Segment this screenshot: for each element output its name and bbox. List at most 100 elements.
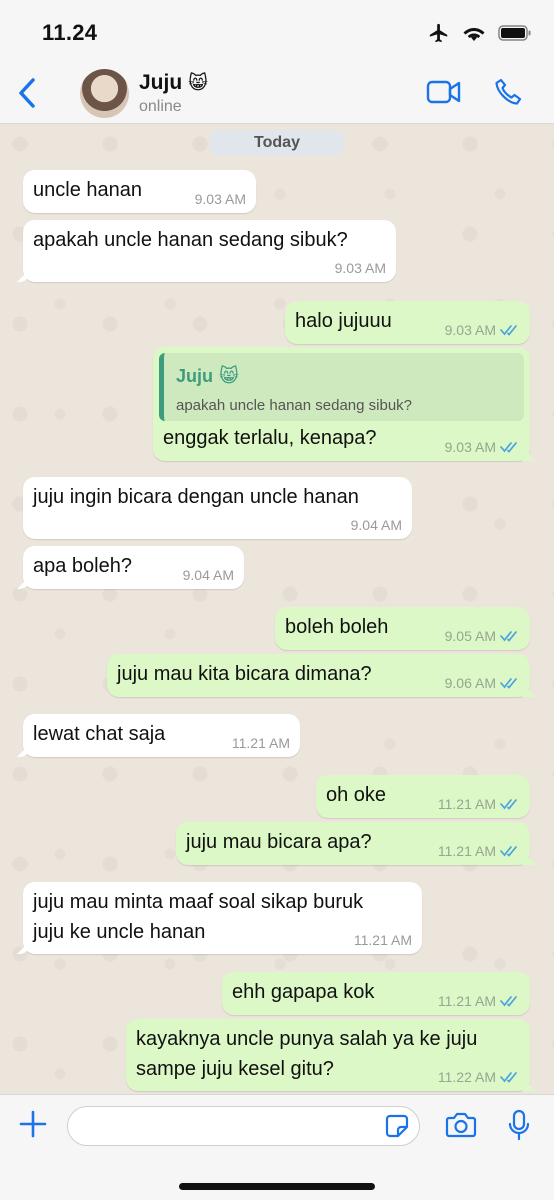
read-receipt-icon <box>500 846 517 857</box>
message-text: apa boleh? <box>33 555 132 577</box>
message-time: 9.04 AM <box>182 567 234 583</box>
battery-icon <box>498 25 531 41</box>
quoted-author-name: Juju <box>176 366 214 386</box>
voice-call-button[interactable] <box>494 78 522 111</box>
message-text: lewat chat saja <box>33 723 166 745</box>
message-meta: 9.05 AM <box>445 628 520 644</box>
message-bubble-outgoing[interactable]: juju mau kita bicara dimana? 9.06 AM <box>107 654 530 697</box>
status-time: 11.24 <box>42 20 98 45</box>
message-meta: 11.21 AM <box>438 993 520 1009</box>
quoted-text: apakah uncle hanan sedang sibuk? <box>176 397 413 414</box>
message-bubble-incoming[interactable]: juju mau minta maaf soal sikap buruk juj… <box>23 882 422 954</box>
message-meta: 9.04 AM <box>183 567 234 583</box>
message-time: 9.06 AM <box>444 675 496 691</box>
message-time: 9.03 AM <box>444 322 496 338</box>
phone-icon <box>495 78 522 105</box>
message-text: apakah uncle hanan sedang sibuk? <box>33 229 348 251</box>
message-time: 9.03 AM <box>444 439 496 455</box>
message-meta: 9.03 AM <box>335 260 386 276</box>
quoted-author-emoji: 😸 <box>219 365 239 387</box>
sticker-button[interactable] <box>385 1114 409 1143</box>
message-text: juju ingin bicara dengan uncle hanan <box>33 486 359 508</box>
read-receipt-icon <box>500 325 517 336</box>
video-call-icon <box>426 80 461 104</box>
message-meta: 9.03 AM <box>445 439 520 455</box>
read-receipt-icon <box>500 678 517 689</box>
message-time: 11.22 AM <box>437 1069 496 1085</box>
date-separator: Today <box>210 130 344 156</box>
chat-header: Juju 😸 online <box>0 62 554 124</box>
voice-message-button[interactable] <box>508 1109 530 1146</box>
sticker-icon <box>385 1114 409 1138</box>
message-text-line-2: sampe juju kesel gitu? <box>136 1058 334 1080</box>
message-time: 9.03 AM <box>194 191 246 207</box>
attach-button[interactable] <box>18 1109 48 1144</box>
read-receipt-icon <box>500 1072 517 1083</box>
message-bubble-incoming[interactable]: juju ingin bicara dengan uncle hanan 9.0… <box>23 477 412 539</box>
message-bubble-incoming[interactable]: apakah uncle hanan sedang sibuk? 9.03 AM <box>23 220 396 282</box>
message-bubble-incoming[interactable]: lewat chat saja 11.21 AM <box>23 714 300 757</box>
status-icons <box>428 22 532 44</box>
message-meta: 11.21 AM <box>354 932 412 948</box>
message-bubble-outgoing[interactable]: juju mau bicara apa? 11.21 AM <box>176 822 530 865</box>
read-receipt-icon <box>500 799 517 810</box>
message-bubble-outgoing[interactable]: halo jujuuu 9.03 AM <box>285 301 530 344</box>
status-bar: 11.24 <box>0 0 554 62</box>
message-time: 9.05 AM <box>444 628 496 644</box>
read-receipt-icon <box>500 631 517 642</box>
message-bubble-incoming[interactable]: apa boleh? 9.04 AM <box>23 546 244 589</box>
message-meta: 11.22 AM <box>438 1069 520 1085</box>
message-time: 11.21 AM <box>231 735 290 751</box>
message-text-line-2: juju ke uncle hanan <box>33 921 206 943</box>
read-receipt-icon <box>500 442 517 453</box>
message-meta: 11.21 AM <box>438 796 520 812</box>
message-text-line-1: kayaknya uncle punya salah ya ke juju <box>136 1028 478 1050</box>
chevron-left-icon <box>19 78 35 108</box>
camera-button[interactable] <box>445 1111 477 1144</box>
back-button[interactable] <box>12 74 42 112</box>
read-receipt-icon <box>500 996 517 1007</box>
message-time: 11.21 AM <box>437 993 496 1009</box>
message-time: 9.03 AM <box>334 260 386 276</box>
message-bubble-outgoing[interactable]: ehh gapapa kok 11.21 AM <box>222 972 530 1015</box>
message-meta: 9.03 AM <box>445 322 520 338</box>
message-bubble-outgoing[interactable]: oh oke 11.21 AM <box>316 775 530 818</box>
composer-bar <box>0 1094 554 1200</box>
message-text: juju mau kita bicara dimana? <box>117 663 372 685</box>
message-bubble-incoming[interactable]: uncle hanan 9.03 AM <box>23 170 256 213</box>
wifi-icon <box>463 28 485 41</box>
message-meta: 11.21 AM <box>438 843 520 859</box>
quoted-message[interactable]: Juju 😸 apakah uncle hanan sedang sibuk? <box>159 353 524 421</box>
message-list[interactable]: Today uncle hanan 9.03 AM apakah uncle h… <box>0 124 554 1094</box>
message-text: uncle hanan <box>33 179 142 201</box>
message-bubble-outgoing-reply[interactable]: Juju 😸 apakah uncle hanan sedang sibuk? … <box>153 347 530 461</box>
quoted-author: Juju 😸 <box>176 361 239 391</box>
airplane-mode-icon <box>429 23 448 43</box>
camera-icon <box>445 1112 477 1138</box>
message-meta: 9.03 AM <box>195 191 246 207</box>
message-text: boleh boleh <box>285 616 389 638</box>
message-text-line-1: juju mau minta maaf soal sikap buruk <box>33 891 364 913</box>
message-meta: 9.06 AM <box>445 675 520 691</box>
message-meta: 9.04 AM <box>351 517 402 533</box>
plus-icon <box>19 1110 47 1138</box>
message-time: 11.21 AM <box>437 843 496 859</box>
message-text: ehh gapapa kok <box>232 981 375 1003</box>
contact-name-text: Juju <box>139 71 183 94</box>
message-text: enggak terlalu, kenapa? <box>163 427 377 449</box>
message-input[interactable] <box>67 1106 420 1146</box>
message-time: 11.21 AM <box>437 796 496 812</box>
message-time: 11.21 AM <box>353 932 412 948</box>
message-bubble-outgoing[interactable]: boleh boleh 9.05 AM <box>275 607 530 650</box>
message-text: halo jujuuu <box>295 310 392 332</box>
message-time: 9.04 AM <box>350 517 402 533</box>
video-call-button[interactable] <box>426 80 462 109</box>
microphone-icon <box>508 1109 530 1141</box>
message-meta: 11.21 AM <box>232 735 290 751</box>
contact-name-emoji: 😸 <box>188 72 208 94</box>
message-bubble-outgoing[interactable]: kayaknya uncle punya salah ya ke juju sa… <box>126 1019 530 1091</box>
contact-name[interactable]: Juju 😸 <box>139 71 208 95</box>
contact-status: online <box>139 98 182 115</box>
home-indicator[interactable] <box>179 1183 375 1190</box>
contact-avatar[interactable] <box>80 69 129 118</box>
